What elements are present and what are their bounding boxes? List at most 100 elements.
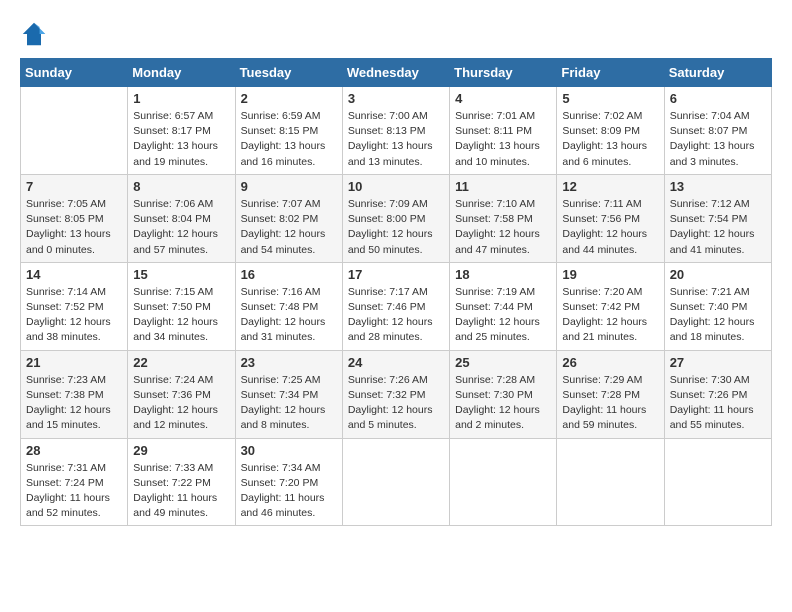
calendar-cell: 16 Sunrise: 7:16 AMSunset: 7:48 PMDayligh… bbox=[235, 262, 342, 350]
calendar-cell: 19Sunrise: 7:20 AMSunset: 7:42 PMDayligh… bbox=[557, 262, 664, 350]
calendar-cell: 15 Sunrise: 7:15 AMSunset: 7:50 PMDayligh… bbox=[128, 262, 235, 350]
day-info: Sunrise: 7:16 AMSunset: 7:48 PMDaylight:… bbox=[241, 285, 337, 346]
day-info: Sunrise: 7:02 AMSunset: 8:09 PMDaylight:… bbox=[562, 109, 658, 170]
calendar-cell: 18 Sunrise: 7:19 AMSunset: 7:44 PMDayligh… bbox=[450, 262, 557, 350]
day-info: Sunrise: 7:09 AMSunset: 8:00 PMDaylight:… bbox=[348, 197, 444, 258]
calendar-cell: 22 Sunrise: 7:24 AMSunset: 7:36 PMDayligh… bbox=[128, 350, 235, 438]
day-number: 13 bbox=[670, 179, 766, 194]
day-info: Sunrise: 7:29 AMSunset: 7:28 PMDaylight:… bbox=[562, 373, 658, 434]
day-number: 6 bbox=[670, 91, 766, 106]
day-number: 28 bbox=[26, 443, 122, 458]
calendar-cell: 12 Sunrise: 7:11 AMSunset: 7:56 PMDayligh… bbox=[557, 174, 664, 262]
day-number: 25 bbox=[455, 355, 551, 370]
day-info: Sunrise: 7:14 AMSunset: 7:52 PMDaylight:… bbox=[26, 285, 122, 346]
day-info: Sunrise: 7:31 AMSunset: 7:24 PMDaylight:… bbox=[26, 461, 122, 522]
day-info: Sunrise: 7:34 AMSunset: 7:20 PMDaylight:… bbox=[241, 461, 337, 522]
calendar-cell bbox=[21, 87, 128, 175]
day-number: 27 bbox=[670, 355, 766, 370]
day-number: 16 bbox=[241, 267, 337, 282]
logo-icon bbox=[20, 20, 48, 48]
day-number: 3 bbox=[348, 91, 444, 106]
calendar-table: SundayMondayTuesdayWednesdayThursdayFrid… bbox=[20, 58, 772, 526]
calendar-cell: 17Sunrise: 7:17 AMSunset: 7:46 PMDayligh… bbox=[342, 262, 449, 350]
day-number: 4 bbox=[455, 91, 551, 106]
calendar-cell: 1 Sunrise: 6:57 AMSunset: 8:17 PMDaylight… bbox=[128, 87, 235, 175]
weekday-header-tuesday: Tuesday bbox=[235, 59, 342, 87]
calendar-cell bbox=[664, 438, 771, 526]
calendar-cell: 2 Sunrise: 6:59 AMSunset: 8:15 PMDaylight… bbox=[235, 87, 342, 175]
day-number: 5 bbox=[562, 91, 658, 106]
day-number: 23 bbox=[241, 355, 337, 370]
day-info: Sunrise: 7:00 AMSunset: 8:13 PMDaylight:… bbox=[348, 109, 444, 170]
day-info: Sunrise: 7:26 AMSunset: 7:32 PMDaylight:… bbox=[348, 373, 444, 434]
day-number: 12 bbox=[562, 179, 658, 194]
calendar-cell: 28 Sunrise: 7:31 AMSunset: 7:24 PMDayligh… bbox=[21, 438, 128, 526]
day-number: 21 bbox=[26, 355, 122, 370]
calendar-cell: 7 Sunrise: 7:05 AMSunset: 8:05 PMDaylight… bbox=[21, 174, 128, 262]
day-info: Sunrise: 7:25 AMSunset: 7:34 PMDaylight:… bbox=[241, 373, 337, 434]
day-number: 11 bbox=[455, 179, 551, 194]
day-info: Sunrise: 7:06 AMSunset: 8:04 PMDaylight:… bbox=[133, 197, 229, 258]
calendar-cell: 27 Sunrise: 7:30 AMSunset: 7:26 PMDayligh… bbox=[664, 350, 771, 438]
day-info: Sunrise: 7:23 AMSunset: 7:38 PMDaylight:… bbox=[26, 373, 122, 434]
calendar-cell: 11 Sunrise: 7:10 AMSunset: 7:58 PMDayligh… bbox=[450, 174, 557, 262]
calendar-cell: 14 Sunrise: 7:14 AMSunset: 7:52 PMDayligh… bbox=[21, 262, 128, 350]
calendar-cell bbox=[342, 438, 449, 526]
day-number: 18 bbox=[455, 267, 551, 282]
weekday-header-saturday: Saturday bbox=[664, 59, 771, 87]
day-number: 1 bbox=[133, 91, 229, 106]
week-row-1: 1 Sunrise: 6:57 AMSunset: 8:17 PMDaylight… bbox=[21, 87, 772, 175]
calendar-cell: 30 Sunrise: 7:34 AMSunset: 7:20 PMDayligh… bbox=[235, 438, 342, 526]
calendar-cell: 6Sunrise: 7:04 AMSunset: 8:07 PMDaylight… bbox=[664, 87, 771, 175]
weekday-header-thursday: Thursday bbox=[450, 59, 557, 87]
calendar-cell: 3 Sunrise: 7:00 AMSunset: 8:13 PMDaylight… bbox=[342, 87, 449, 175]
day-number: 9 bbox=[241, 179, 337, 194]
logo bbox=[20, 20, 52, 48]
day-info: Sunrise: 7:11 AMSunset: 7:56 PMDaylight:… bbox=[562, 197, 658, 258]
weekday-header-monday: Monday bbox=[128, 59, 235, 87]
calendar-cell: 8 Sunrise: 7:06 AMSunset: 8:04 PMDaylight… bbox=[128, 174, 235, 262]
day-info: Sunrise: 7:30 AMSunset: 7:26 PMDaylight:… bbox=[670, 373, 766, 434]
day-number: 10 bbox=[348, 179, 444, 194]
week-row-4: 21 Sunrise: 7:23 AMSunset: 7:38 PMDayligh… bbox=[21, 350, 772, 438]
calendar-cell bbox=[557, 438, 664, 526]
calendar-cell: 9 Sunrise: 7:07 AMSunset: 8:02 PMDaylight… bbox=[235, 174, 342, 262]
calendar-cell: 4 Sunrise: 7:01 AMSunset: 8:11 PMDaylight… bbox=[450, 87, 557, 175]
weekday-header-friday: Friday bbox=[557, 59, 664, 87]
calendar-cell: 25Sunrise: 7:28 AMSunset: 7:30 PMDayligh… bbox=[450, 350, 557, 438]
day-number: 22 bbox=[133, 355, 229, 370]
day-info: Sunrise: 7:24 AMSunset: 7:36 PMDaylight:… bbox=[133, 373, 229, 434]
day-info: Sunrise: 6:59 AMSunset: 8:15 PMDaylight:… bbox=[241, 109, 337, 170]
calendar-cell: 20 Sunrise: 7:21 AMSunset: 7:40 PMDayligh… bbox=[664, 262, 771, 350]
day-info: Sunrise: 7:20 AMSunset: 7:42 PMDaylight:… bbox=[562, 285, 658, 346]
day-info: Sunrise: 7:15 AMSunset: 7:50 PMDaylight:… bbox=[133, 285, 229, 346]
day-info: Sunrise: 7:21 AMSunset: 7:40 PMDaylight:… bbox=[670, 285, 766, 346]
day-info: Sunrise: 7:05 AMSunset: 8:05 PMDaylight:… bbox=[26, 197, 122, 258]
day-number: 24 bbox=[348, 355, 444, 370]
calendar-cell bbox=[450, 438, 557, 526]
day-info: Sunrise: 7:33 AMSunset: 7:22 PMDaylight:… bbox=[133, 461, 229, 522]
calendar-cell: 13 Sunrise: 7:12 AMSunset: 7:54 PMDayligh… bbox=[664, 174, 771, 262]
day-number: 20 bbox=[670, 267, 766, 282]
day-info: Sunrise: 7:19 AMSunset: 7:44 PMDaylight:… bbox=[455, 285, 551, 346]
day-number: 7 bbox=[26, 179, 122, 194]
day-info: Sunrise: 6:57 AMSunset: 8:17 PMDaylight:… bbox=[133, 109, 229, 170]
calendar-cell: 5 Sunrise: 7:02 AMSunset: 8:09 PMDaylight… bbox=[557, 87, 664, 175]
day-number: 29 bbox=[133, 443, 229, 458]
calendar-cell: 23 Sunrise: 7:25 AMSunset: 7:34 PMDayligh… bbox=[235, 350, 342, 438]
day-number: 15 bbox=[133, 267, 229, 282]
calendar-cell: 24 Sunrise: 7:26 AMSunset: 7:32 PMDayligh… bbox=[342, 350, 449, 438]
day-info: Sunrise: 7:12 AMSunset: 7:54 PMDaylight:… bbox=[670, 197, 766, 258]
day-info: Sunrise: 7:01 AMSunset: 8:11 PMDaylight:… bbox=[455, 109, 551, 170]
day-number: 2 bbox=[241, 91, 337, 106]
calendar-cell: 29 Sunrise: 7:33 AMSunset: 7:22 PMDayligh… bbox=[128, 438, 235, 526]
day-info: Sunrise: 7:10 AMSunset: 7:58 PMDaylight:… bbox=[455, 197, 551, 258]
day-info: Sunrise: 7:07 AMSunset: 8:02 PMDaylight:… bbox=[241, 197, 337, 258]
weekday-header-sunday: Sunday bbox=[21, 59, 128, 87]
day-number: 30 bbox=[241, 443, 337, 458]
weekday-header-wednesday: Wednesday bbox=[342, 59, 449, 87]
day-number: 8 bbox=[133, 179, 229, 194]
day-number: 14 bbox=[26, 267, 122, 282]
calendar-cell: 21 Sunrise: 7:23 AMSunset: 7:38 PMDayligh… bbox=[21, 350, 128, 438]
calendar-cell: 26Sunrise: 7:29 AMSunset: 7:28 PMDayligh… bbox=[557, 350, 664, 438]
